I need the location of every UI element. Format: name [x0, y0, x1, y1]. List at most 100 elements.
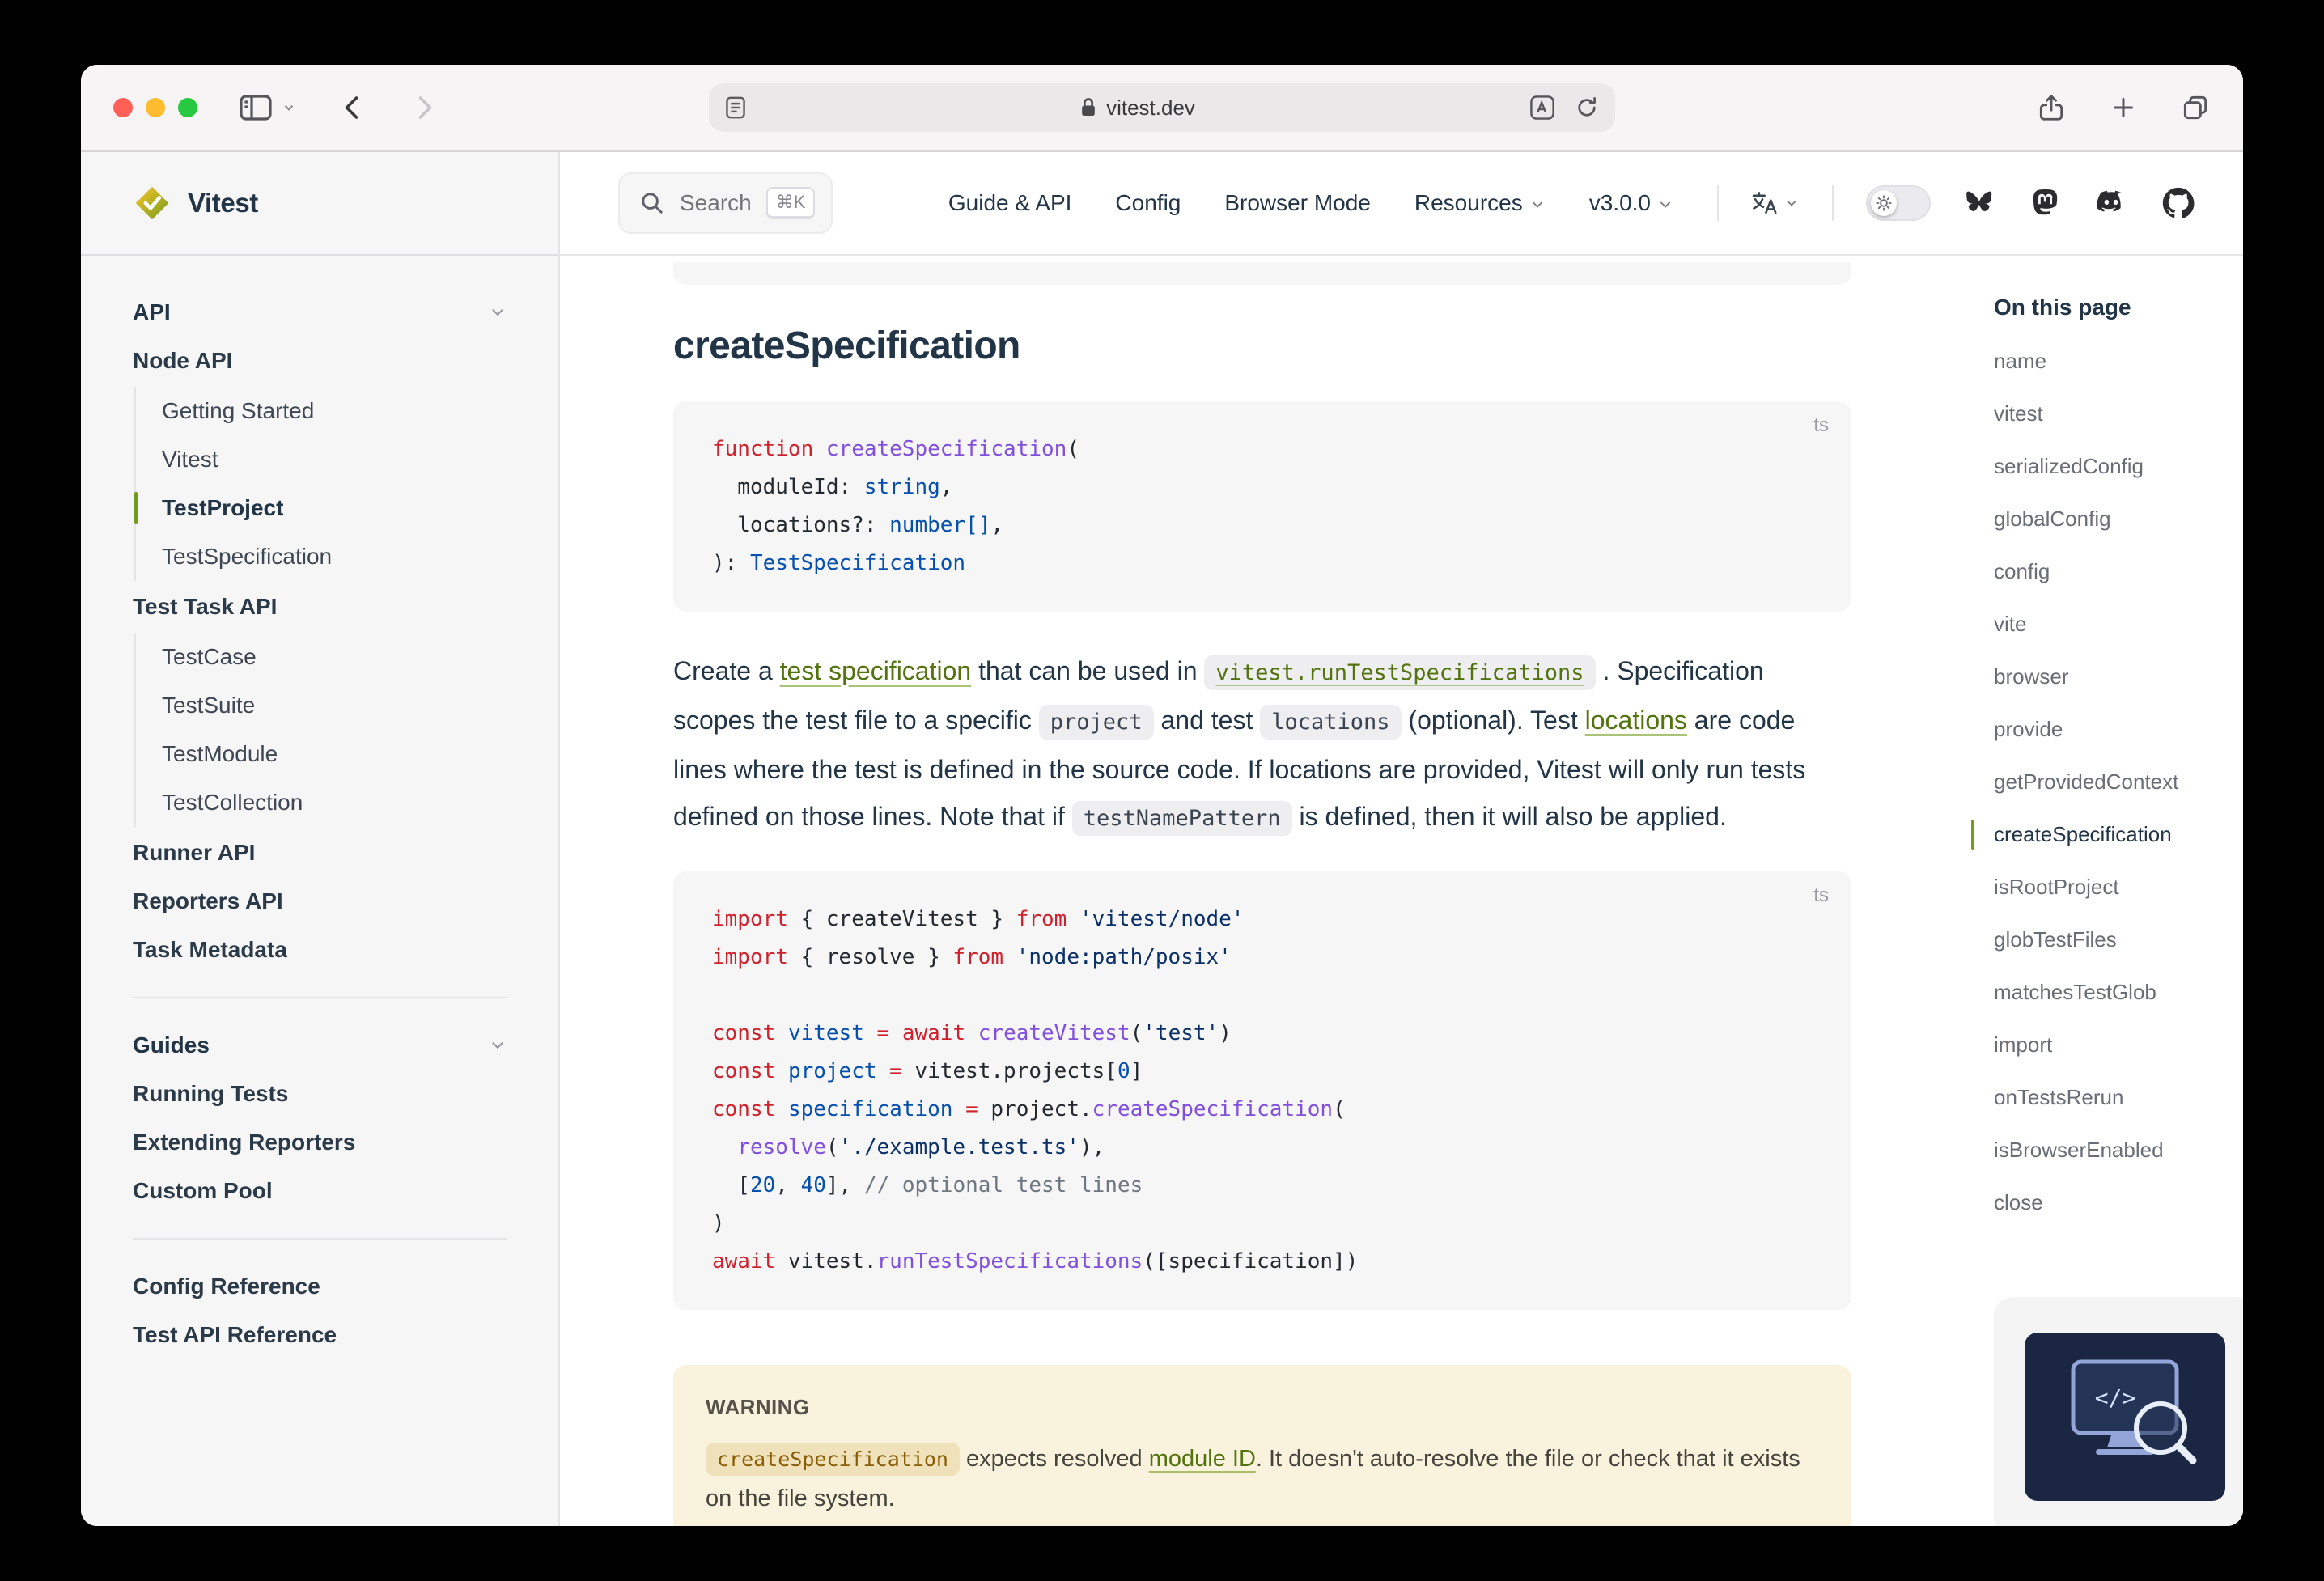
outline-item-createspecification[interactable]: createSpecification [1994, 808, 2243, 861]
chevron-down-icon [489, 1036, 507, 1054]
close-window-button[interactable] [113, 98, 133, 117]
logo[interactable]: Vitest [81, 152, 558, 256]
reload-icon[interactable] [1575, 95, 1599, 120]
outline-item-matchestestglob[interactable]: matchesTestGlob [1994, 966, 2243, 1019]
discord-link[interactable] [2094, 189, 2128, 217]
outline-item-config[interactable]: config [1994, 545, 2243, 598]
forward-button[interactable] [409, 93, 439, 122]
sidebar-group-guides[interactable]: Guides [133, 1021, 507, 1070]
code-line: import { resolve } from 'node:path/posix… [712, 939, 1813, 977]
on-this-page-outline: On this page namevitestserializedConfigg… [1994, 256, 2243, 1526]
nav-link-browser-mode[interactable]: Browser Mode [1224, 190, 1371, 216]
code-token: string [864, 475, 940, 499]
sidebar-item-running-tests[interactable]: Running Tests [133, 1070, 507, 1118]
sidebar-item-node-api[interactable]: Node API [133, 337, 507, 385]
outline-item-globtestfiles[interactable]: globTestFiles [1994, 913, 2243, 966]
sidebar-item-extending-reporters[interactable]: Extending Reporters [133, 1118, 507, 1167]
code-token: , [775, 1173, 800, 1197]
search-input[interactable]: Search ⌘K [618, 172, 833, 234]
doc-link-locations[interactable]: locations [1585, 706, 1687, 735]
sidebar-item-testspecification[interactable]: TestSpecification [162, 532, 507, 581]
sidebar-item-testmodule[interactable]: TestModule [162, 730, 507, 778]
code-token: const [712, 1059, 775, 1083]
outline-item-isrootproject[interactable]: isRootProject [1994, 861, 2243, 913]
language-menu-button[interactable] [1751, 189, 1800, 217]
sidebar-item-testcase[interactable]: TestCase [162, 633, 507, 681]
sidebar-item-test-api-reference[interactable]: Test API Reference [133, 1311, 507, 1359]
outline-item-isbrowserenabled[interactable]: isBrowserEnabled [1994, 1124, 2243, 1176]
code-token: 'node:path/posix' [1016, 945, 1232, 969]
page-icon[interactable] [725, 95, 746, 120]
sidebar-item-vitest[interactable]: Vitest [162, 435, 507, 484]
code-token: 0 [1117, 1059, 1130, 1083]
mastodon-link[interactable] [2029, 187, 2060, 219]
zoom-window-button[interactable] [178, 98, 197, 117]
code-line: [20, 40], // optional test lines [712, 1167, 1813, 1205]
discord-icon [2094, 189, 2128, 217]
inline-code-link[interactable]: vitest.runTestSpecifications [1204, 655, 1595, 690]
theme-toggle[interactable] [1866, 185, 1931, 221]
sidebar-item-reporters-api[interactable]: Reporters API [133, 877, 507, 926]
outline-item-serializedconfig[interactable]: serializedConfig [1994, 440, 2243, 493]
sidebar-item-testproject[interactable]: TestProject [162, 484, 507, 532]
code-token: 'test' [1143, 1021, 1219, 1045]
translate-icon[interactable] [1529, 95, 1555, 121]
sidebar-item-runner-api[interactable]: Runner API [133, 829, 507, 877]
outline-item-close[interactable]: close [1994, 1176, 2243, 1229]
code-block-example: ts import { createVitest } from 'vitest/… [673, 871, 1851, 1310]
sidebar-item-custom-pool[interactable]: Custom Pool [133, 1167, 507, 1215]
doc-link-module-id[interactable]: module ID [1149, 1446, 1256, 1472]
sidebar-item-testsuite[interactable]: TestSuite [162, 681, 507, 730]
address-bar[interactable]: vitest.dev [709, 83, 1615, 132]
page-title: createSpecification [673, 320, 1851, 372]
sidebar-item-test-task-api[interactable]: Test Task API [133, 583, 507, 631]
nav-link-config[interactable]: Config [1115, 190, 1181, 216]
chevron-down-icon[interactable] [282, 100, 296, 115]
outline-item-vitest[interactable]: vitest [1994, 388, 2243, 440]
outline-item-ontestsrerun[interactable]: onTestsRerun [1994, 1071, 2243, 1124]
nav-link-resources[interactable]: Resources [1414, 190, 1546, 216]
outline-item-globalconfig[interactable]: globalConfig [1994, 493, 2243, 545]
outline-item-name[interactable]: name [1994, 335, 2243, 388]
sidebar-item-testcollection[interactable]: TestCollection [162, 778, 507, 827]
sidebar-group-label: Guides [133, 1032, 210, 1058]
outline-item-browser[interactable]: browser [1994, 651, 2243, 703]
outline-item-vite[interactable]: vite [1994, 598, 2243, 651]
tab-overview-button[interactable] [2180, 92, 2211, 123]
inline-code: locations [1260, 705, 1401, 740]
code-token: ), [1079, 1135, 1105, 1159]
previous-code-block-edge [673, 262, 1851, 285]
nav-link-v3-0-0[interactable]: v3.0.0 [1589, 190, 1673, 216]
sidebar-item-task-metadata[interactable]: Task Metadata [133, 926, 507, 974]
code-token: ( [826, 1135, 839, 1159]
sidebar-divider [133, 997, 507, 998]
sidebar-item-getting-started[interactable]: Getting Started [162, 387, 507, 435]
code-token: ([specification]) [1143, 1249, 1358, 1274]
outline-item-provide[interactable]: provide [1994, 703, 2243, 756]
doc-link-test-specification[interactable]: test specification [780, 656, 972, 685]
sponsor-card[interactable]: </> [1994, 1297, 2243, 1526]
share-button[interactable] [2036, 92, 2067, 123]
code-example: import { createVitest } from 'vitest/nod… [712, 901, 1813, 1281]
inline-code: testNamePattern [1072, 801, 1292, 836]
sidebar-toggle-button[interactable] [240, 94, 272, 121]
sidebar-item-config-reference[interactable]: Config Reference [133, 1262, 507, 1311]
navbar-divider [1717, 185, 1719, 221]
bluesky-link[interactable] [1963, 188, 1995, 218]
code-token: vitest [788, 1021, 864, 1045]
code-token: [ [712, 1173, 750, 1197]
github-link[interactable] [2162, 187, 2195, 219]
doc-scroll-area[interactable]: createSpecification ts function createSp… [560, 256, 2243, 1526]
code-token: function [712, 437, 826, 461]
nav-link-label: Browser Mode [1224, 190, 1371, 216]
minimize-window-button[interactable] [146, 98, 165, 117]
text-segment: and test [1154, 706, 1261, 735]
code-line: const vitest = await createVitest('test'… [712, 1015, 1813, 1053]
nav-links: Guide & API Config Browser Mode Resources v3… [948, 190, 1673, 216]
outline-item-import[interactable]: import [1994, 1019, 2243, 1071]
outline-item-getprovidedcontext[interactable]: getProvidedContext [1994, 756, 2243, 808]
back-button[interactable] [338, 93, 367, 122]
nav-link-guide-api[interactable]: Guide & API [948, 190, 1072, 216]
sidebar-group-api[interactable]: API [133, 288, 507, 337]
new-tab-button[interactable] [2109, 93, 2138, 122]
